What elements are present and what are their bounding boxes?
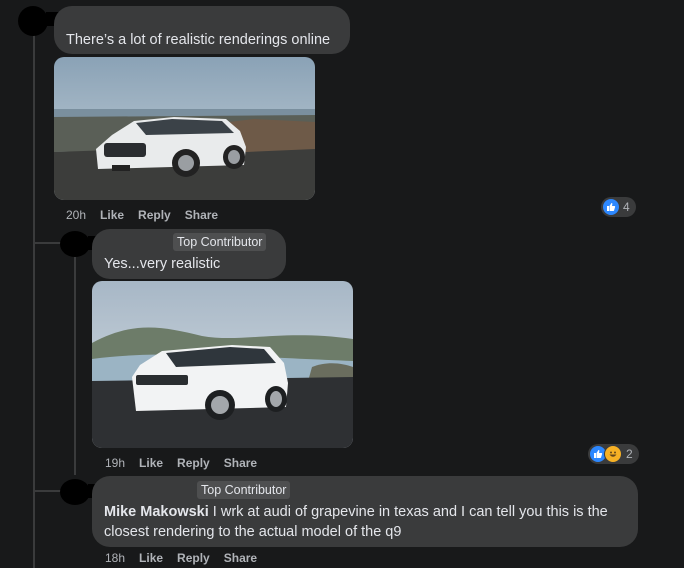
like-reaction-icon	[603, 199, 619, 215]
reaction-summary[interactable]: 4	[601, 197, 636, 217]
comment-text: Yes...very realistic	[104, 256, 221, 272]
comment-timestamp[interactable]: 19h	[105, 456, 125, 470]
comment-text: Mike Makowski I wrk at audi of grapevine…	[104, 502, 626, 542]
reply-button[interactable]: Reply	[138, 208, 171, 222]
comment-photo[interactable]	[54, 57, 315, 200]
reaction-summary[interactable]: 2	[588, 444, 639, 464]
share-button[interactable]: Share	[224, 456, 257, 470]
suv-photo-image	[54, 57, 315, 200]
thread-line-reply-1	[74, 255, 76, 475]
comment-bubble: There’s a lot of realistic renderings on…	[54, 6, 350, 54]
comment-timestamp[interactable]: 20h	[66, 208, 86, 222]
share-button[interactable]: Share	[224, 551, 257, 565]
reaction-count: 2	[626, 447, 633, 461]
top-contributor-badge: Top Contributor	[173, 233, 267, 251]
top-contributor-badge: Top Contributor	[197, 481, 291, 499]
suv-photo-image	[92, 281, 353, 448]
comment-text: There’s a lot of realistic renderings on…	[66, 32, 331, 48]
haha-reaction-icon	[604, 445, 622, 463]
comment-timestamp[interactable]: 18h	[105, 551, 125, 565]
reaction-count: 4	[623, 200, 630, 214]
comment-actions: 20h Like Reply Share	[66, 208, 232, 222]
avatar[interactable]	[18, 6, 48, 36]
like-button[interactable]: Like	[100, 208, 124, 222]
comment-author-name[interactable]: Mike Makowski	[104, 504, 209, 520]
comment-photo[interactable]	[92, 281, 353, 448]
reply-button[interactable]: Reply	[177, 551, 210, 565]
comment-actions: 18h Like Reply Share	[105, 551, 271, 565]
thread-connector-reply-2	[33, 490, 61, 492]
thread-line-main	[33, 26, 35, 568]
like-button[interactable]: Like	[139, 551, 163, 565]
comment-bubble: Mike Makowski I wrk at audi of grapevine…	[92, 476, 638, 547]
share-button[interactable]: Share	[185, 208, 218, 222]
avatar[interactable]	[60, 231, 90, 257]
reply-button[interactable]: Reply	[177, 456, 210, 470]
like-button[interactable]: Like	[139, 456, 163, 470]
comment-actions: 19h Like Reply Share	[105, 456, 271, 470]
avatar[interactable]	[60, 479, 90, 505]
thread-connector-reply-1	[33, 242, 61, 244]
